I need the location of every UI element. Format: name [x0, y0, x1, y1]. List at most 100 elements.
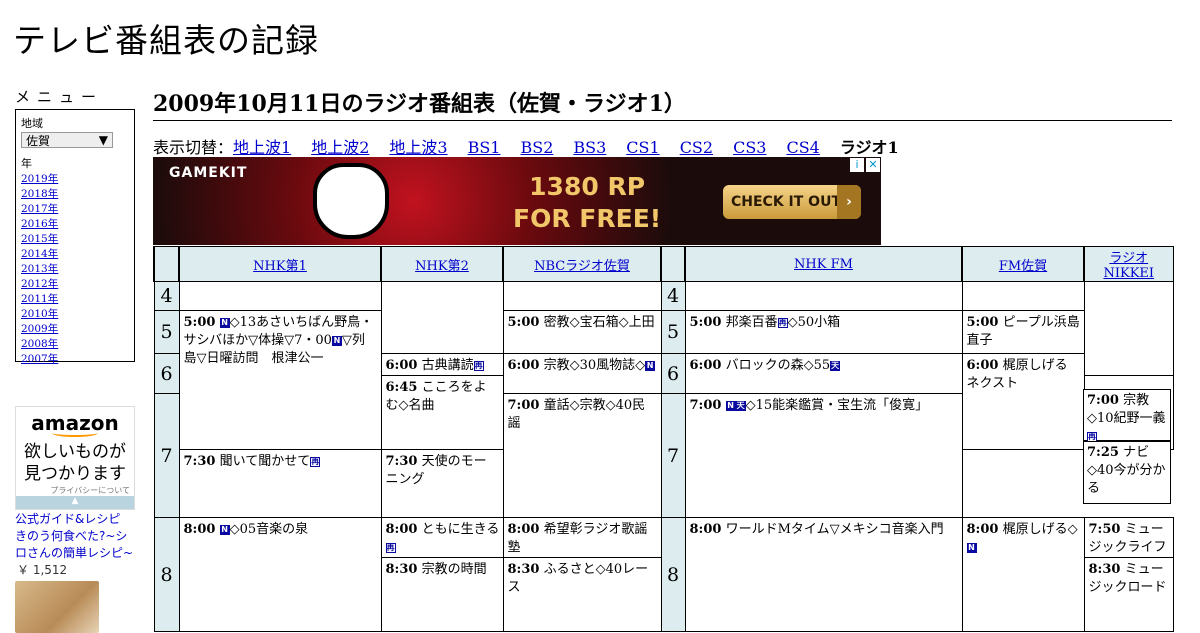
channel-link[interactable]: NHK第1: [253, 259, 307, 274]
ad-offer: 1380 RP FOR FREE!: [513, 171, 661, 235]
channel-link[interactable]: FM佐賀: [999, 259, 1047, 274]
close-icon[interactable]: ✕: [866, 158, 880, 172]
program-time: 8:30: [1088, 562, 1121, 577]
hour-label: 4: [153, 281, 180, 311]
amazon-privacy-link[interactable]: プライバシーについて: [16, 485, 134, 496]
program-cell[interactable]: 8:00 ワールドMタイム▽メキシコ音楽入門: [684, 517, 963, 632]
region-select[interactable]: 佐賀 ▼: [21, 132, 113, 148]
amazon-ad[interactable]: amazon 欲しいものが 見つかります プライバシーについて ▲: [15, 406, 135, 510]
program-cell[interactable]: 6:00 宗教◇30風物誌◇ N: [502, 353, 662, 394]
program-title: 梶原しげる◇: [1002, 522, 1078, 537]
year-link[interactable]: 2013年: [21, 262, 129, 277]
program-time: 7:00: [507, 398, 540, 413]
program-time: 6:00: [689, 358, 722, 373]
hour-label: 4: [660, 281, 686, 311]
product-thumbnail[interactable]: [15, 581, 99, 633]
expand-up-icon[interactable]: ▲: [16, 496, 134, 509]
product-card[interactable]: 公式ガイド&レシピ きのう何食べた?~シロさんの簡単レシピ~ ￥ 1,512: [15, 511, 135, 633]
program-cell[interactable]: 7:00 宗教◇10紀野一義再: [1083, 389, 1171, 442]
channel-link[interactable]: NHK FM: [794, 257, 853, 272]
switch-link-bs1[interactable]: BS1: [468, 138, 501, 157]
program-cell[interactable]: 6:00 梶原しげるネクスト: [961, 353, 1085, 450]
ad-cta-button[interactable]: CHECK IT OUT ›: [723, 185, 861, 219]
program-title: バロックの森◇55: [725, 358, 831, 373]
product-price: ￥ 1,512: [17, 563, 68, 577]
program-cell[interactable]: 6:45 こころをよむ◇名曲: [380, 375, 504, 450]
program-cell[interactable]: 7:25 ナビ◇40今が分かる: [1083, 441, 1171, 504]
year-link[interactable]: 2015年: [21, 232, 129, 247]
program-cell-empty: [178, 281, 382, 311]
amazon-message-2: 見つかります: [24, 464, 126, 484]
region-label: 地域: [21, 117, 43, 130]
year-link[interactable]: 2012年: [21, 277, 129, 292]
year-link[interactable]: 2017年: [21, 202, 129, 217]
program-time: 6:00: [507, 358, 540, 373]
switch-link-terrestrial2[interactable]: 地上波2: [311, 138, 369, 157]
program-cell[interactable]: 5:00 密教◇宝石箱◇上田: [502, 310, 662, 354]
program-title: ◇15能楽鑑賞・宝生流「俊寛」: [745, 398, 929, 413]
program-title: ◇50小箱: [787, 315, 841, 330]
program-cell[interactable]: 7:30 聞いて聞かせて再: [178, 449, 382, 518]
program-cell[interactable]: 5:00 邦楽百番再◇50小箱: [684, 310, 963, 354]
year-list: 2019年 2018年 2017年 2016年 2015年 2014年 2013…: [21, 172, 129, 367]
product-title[interactable]: 公式ガイド&レシピ きのう何食べた?~シロさんの簡単レシピ~: [15, 511, 135, 562]
program-cell[interactable]: 7:30 天使のモーニング: [380, 449, 504, 518]
program-cell[interactable]: 5:00 N ◇13あさいちばん野鳥・サシバほか▽体操▽7・00 N ▽列島▽日曜訪問…: [178, 310, 382, 450]
program-time: 7:25: [1087, 445, 1119, 460]
rebroadcast-icon: 再: [310, 457, 321, 467]
channel-link[interactable]: NHK第2: [415, 259, 469, 274]
program-cell-empty: [961, 281, 1085, 311]
weather-icon: 天: [735, 401, 746, 411]
year-link[interactable]: 2016年: [21, 217, 129, 232]
year-label: 年: [21, 157, 32, 170]
program-cell[interactable]: 8:00 N ◇05音楽の泉: [178, 517, 382, 632]
channel-link[interactable]: ラジオNIKKEI: [1103, 251, 1154, 281]
region-select-value: 佐賀: [26, 133, 51, 148]
program-time: 5:00: [966, 315, 999, 330]
year-link[interactable]: 2011年: [21, 292, 129, 307]
program-cell[interactable]: 7:00 童話◇宗教◇40民謡: [502, 393, 662, 518]
program-cell-empty: [502, 281, 662, 311]
info-icon[interactable]: i: [850, 158, 864, 172]
year-link[interactable]: 2014年: [21, 247, 129, 262]
program-cell[interactable]: 8:00 ともに生きる再: [380, 517, 504, 558]
channel-header: NHK第1: [178, 246, 382, 282]
program-title: ワールドMタイム▽メキシコ音楽入門: [725, 522, 944, 537]
chevron-down-icon: ▼: [98, 133, 108, 147]
year-link[interactable]: 2010年: [21, 307, 129, 322]
hour-label: 5: [153, 310, 180, 354]
hour-label: 8: [153, 517, 180, 632]
program-cell[interactable]: 7:00 N 天◇15能楽鑑賞・宝生流「俊寛」: [684, 393, 963, 518]
switch-link-cs2[interactable]: CS2: [680, 138, 713, 157]
program-cell[interactable]: 7:50 ミュージックライフ: [1083, 517, 1174, 558]
program-cell[interactable]: 6:00 バロックの森◇55天: [684, 353, 963, 394]
program-title: 宗教の時間: [421, 562, 487, 577]
program-cell[interactable]: 8:00 梶原しげる◇ N: [961, 517, 1085, 632]
switch-link-cs1[interactable]: CS1: [626, 138, 659, 157]
corner-cell: [660, 246, 686, 282]
year-link[interactable]: 2007年: [21, 352, 129, 367]
year-link[interactable]: 2008年: [21, 337, 129, 352]
switch-link-cs4[interactable]: CS4: [786, 138, 819, 157]
channel-header: ラジオNIKKEI: [1083, 246, 1174, 282]
program-cell[interactable]: 8:30 ミュージックロード: [1083, 557, 1174, 632]
switch-link-bs2[interactable]: BS2: [520, 138, 553, 157]
channel-header: NHK第2: [380, 246, 504, 282]
switch-link-terrestrial1[interactable]: 地上波1: [233, 138, 291, 157]
program-cell[interactable]: 8:00 希望彰ラジオ歌謡塾: [502, 517, 662, 558]
rebroadcast-icon: 再: [777, 318, 788, 328]
banner-ad[interactable]: GAMEKIT 1380 RP FOR FREE! CHECK IT OUT ›…: [153, 157, 881, 245]
year-link[interactable]: 2019年: [21, 172, 129, 187]
switch-link-bs3[interactable]: BS3: [573, 138, 606, 157]
program-cell[interactable]: 8:30 宗教の時間: [380, 557, 504, 632]
hour-label: 7: [660, 393, 686, 518]
channel-link[interactable]: NBCラジオ佐賀: [534, 259, 630, 274]
program-cell[interactable]: 6:00 古典講読再: [380, 353, 504, 376]
switch-link-terrestrial3[interactable]: 地上波3: [389, 138, 447, 157]
program-cell[interactable]: 5:00 ピープル浜島直子: [961, 310, 1085, 354]
year-link[interactable]: 2018年: [21, 187, 129, 202]
program-time: 7:50: [1088, 522, 1121, 537]
program-cell[interactable]: 8:30 ふるさと◇40レース: [502, 557, 662, 632]
year-link[interactable]: 2009年: [21, 322, 129, 337]
switch-link-cs3[interactable]: CS3: [733, 138, 766, 157]
